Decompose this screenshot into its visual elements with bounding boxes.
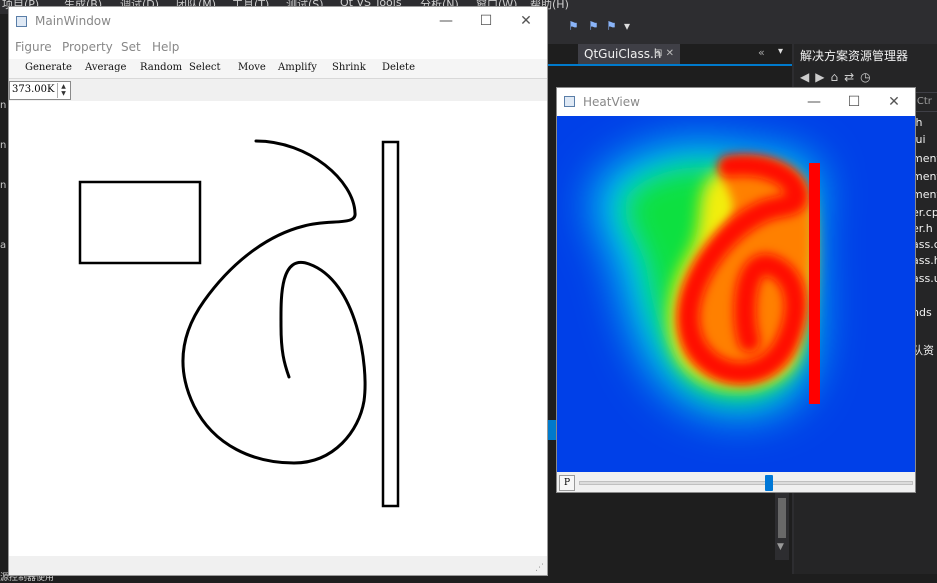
maximize-icon[interactable]: ☐ bbox=[843, 92, 865, 112]
heatview-window: HeatView — ☐ ✕ P bbox=[556, 87, 916, 493]
select-button[interactable]: Select bbox=[189, 62, 221, 73]
main-window-statusbar: ⋰ bbox=[9, 556, 547, 575]
random-button[interactable]: Random bbox=[140, 62, 182, 73]
drawing-canvas[interactable] bbox=[9, 101, 547, 556]
freehand-curve[interactable] bbox=[181, 139, 367, 465]
minimize-icon[interactable]: — bbox=[803, 92, 825, 112]
menu-property[interactable]: Property bbox=[62, 40, 113, 54]
ide-code-char: n bbox=[0, 140, 7, 151]
ide-left-edge: n n n a bbox=[0, 0, 8, 583]
ide-code-char: n bbox=[0, 180, 7, 191]
heat-slider-handle[interactable] bbox=[764, 475, 773, 491]
heat-bar bbox=[809, 163, 820, 404]
back-icon[interactable]: ◀ bbox=[800, 70, 815, 84]
sync-icon[interactable]: ⇄ bbox=[844, 70, 860, 84]
p-button[interactable]: P bbox=[559, 475, 575, 491]
delete-button[interactable]: Delete bbox=[382, 62, 415, 73]
tab-pin-close-icon[interactable]: ⊞ ✕ bbox=[654, 44, 674, 64]
forward-icon[interactable]: ▶ bbox=[815, 70, 830, 84]
shrink-button[interactable]: Shrink bbox=[332, 62, 366, 73]
average-button[interactable]: Average bbox=[85, 62, 126, 73]
bookmark-prev-icon[interactable]: ⚑ bbox=[588, 20, 600, 32]
tab-scroll-icon[interactable]: « bbox=[758, 46, 765, 59]
editor-tab-underline bbox=[548, 64, 792, 66]
menu-set[interactable]: Set bbox=[121, 40, 141, 54]
app-window-icon bbox=[16, 16, 27, 27]
main-window-toolbar: Generate Average Random Select Move Ampl… bbox=[9, 59, 547, 79]
maximize-icon[interactable]: ☐ bbox=[475, 11, 497, 31]
close-icon[interactable]: ✕ bbox=[883, 92, 905, 112]
app-window-icon bbox=[564, 96, 575, 107]
tab-qtguiclass-h[interactable]: QtGuiClass.h ⊞ ✕ bbox=[578, 44, 680, 64]
spinbox-arrows-icon[interactable]: ▲ ▼ bbox=[57, 83, 69, 98]
history-icon[interactable]: ◷ bbox=[860, 70, 876, 84]
main-window-title: MainWindow bbox=[35, 14, 111, 28]
heatview-titlebar[interactable]: HeatView — ☐ ✕ bbox=[557, 88, 915, 116]
heat-slider-track[interactable] bbox=[579, 481, 913, 485]
resize-grip-icon[interactable]: ⋰ bbox=[535, 563, 544, 573]
main-window-titlebar[interactable]: MainWindow — ☐ ✕ bbox=[9, 7, 547, 37]
generate-button[interactable]: Generate bbox=[25, 62, 72, 73]
value-spinbox[interactable]: 373.00K ▲ ▼ bbox=[9, 81, 71, 100]
scrollbar-thumb[interactable] bbox=[778, 498, 786, 538]
heatview-controls: P bbox=[557, 474, 915, 492]
spinbox-value[interactable]: 373.00K bbox=[12, 84, 54, 95]
heatview-title: HeatView bbox=[583, 95, 640, 109]
rectangle-shape[interactable] bbox=[78, 180, 202, 265]
menu-figure[interactable]: Figure bbox=[15, 40, 52, 54]
main-window-menubar: Figure Property Set Help bbox=[9, 37, 547, 59]
bookmark-icon[interactable]: ⚑ bbox=[568, 20, 580, 32]
ide-code-char: a bbox=[0, 240, 7, 251]
bookmark-next-icon[interactable]: ⚑ bbox=[606, 20, 618, 32]
ide-toolbar: ⚑ ⚑ ⚑ ▾ bbox=[548, 14, 937, 42]
move-button[interactable]: Move bbox=[238, 62, 266, 73]
dropdown-icon[interactable]: ▾ bbox=[624, 20, 636, 32]
vertical-bar-shape[interactable] bbox=[381, 140, 400, 508]
tab-label: QtGuiClass.h bbox=[584, 47, 662, 61]
heatmap-canvas bbox=[557, 116, 915, 472]
solution-explorer-title: 解决方案资源管理器 bbox=[800, 49, 909, 63]
tab-dropdown-icon[interactable]: ▾ bbox=[778, 46, 783, 57]
minimize-icon[interactable]: — bbox=[435, 11, 457, 31]
menu-help[interactable]: Help bbox=[152, 40, 179, 54]
scroll-down-icon[interactable]: ▼ bbox=[777, 542, 784, 552]
ide-code-char: n bbox=[0, 100, 7, 111]
main-window: MainWindow — ☐ ✕ Figure Property Set Hel… bbox=[8, 6, 548, 576]
home-icon[interactable]: ⌂ bbox=[830, 70, 844, 84]
amplify-button[interactable]: Amplify bbox=[278, 62, 317, 73]
close-icon[interactable]: ✕ bbox=[515, 11, 537, 31]
solution-explorer-toolbar: ◀▶⌂⇄◷ bbox=[800, 70, 877, 84]
